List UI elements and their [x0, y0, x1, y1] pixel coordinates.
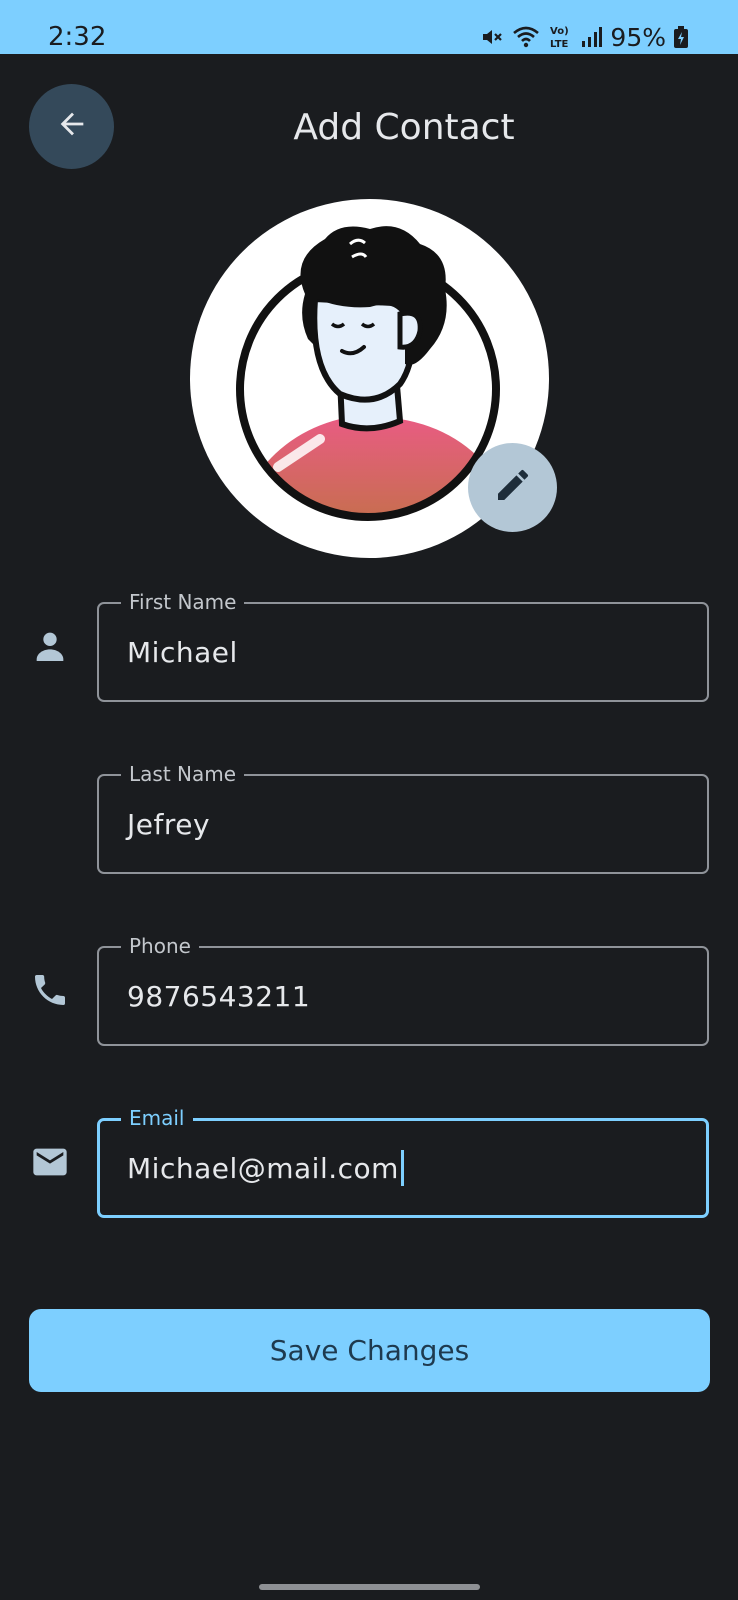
save-changes-button[interactable]: Save Changes [29, 1309, 710, 1392]
mail-icon [30, 1142, 70, 1187]
email-input[interactable]: Michael@mail.com [127, 1121, 687, 1215]
person-icon [30, 626, 70, 671]
last-name-field[interactable]: Last Name Jefrey [97, 762, 709, 874]
signal-icon [580, 26, 603, 48]
svg-text:LTE: LTE [550, 39, 569, 50]
volte-icon: Vo) LTE [548, 24, 572, 50]
text-caret [400, 1150, 404, 1186]
pencil-icon [493, 465, 533, 510]
phone-icon [30, 970, 70, 1015]
last-name-value: Jefrey [127, 807, 211, 841]
email-field[interactable]: Email Michael@mail.com [97, 1106, 709, 1218]
first-name-input[interactable]: Michael [127, 604, 687, 700]
last-name-input[interactable]: Jefrey [127, 776, 687, 872]
phone-input[interactable]: 9876543211 [127, 948, 687, 1044]
wifi-icon [512, 25, 540, 49]
battery-icon [674, 26, 688, 48]
first-name-field[interactable]: First Name Michael [97, 590, 709, 702]
phone-field[interactable]: Phone 9876543211 [97, 934, 709, 1046]
email-value: Michael@mail.com [127, 1151, 399, 1185]
home-indicator[interactable] [259, 1584, 480, 1590]
battery-percent: 95% [610, 22, 666, 52]
page-title: Add Contact [293, 107, 515, 148]
status-time: 2:32 [48, 22, 107, 52]
first-name-value: Michael [127, 635, 238, 669]
status-bar: 2:32 Vo) LTE 95% [0, 0, 738, 54]
edit-photo-button[interactable] [468, 443, 557, 532]
svg-text:Vo): Vo) [550, 26, 569, 37]
status-icons: Vo) LTE 95% [480, 22, 688, 52]
phone-value: 9876543211 [127, 979, 311, 1013]
mute-icon [480, 25, 504, 49]
